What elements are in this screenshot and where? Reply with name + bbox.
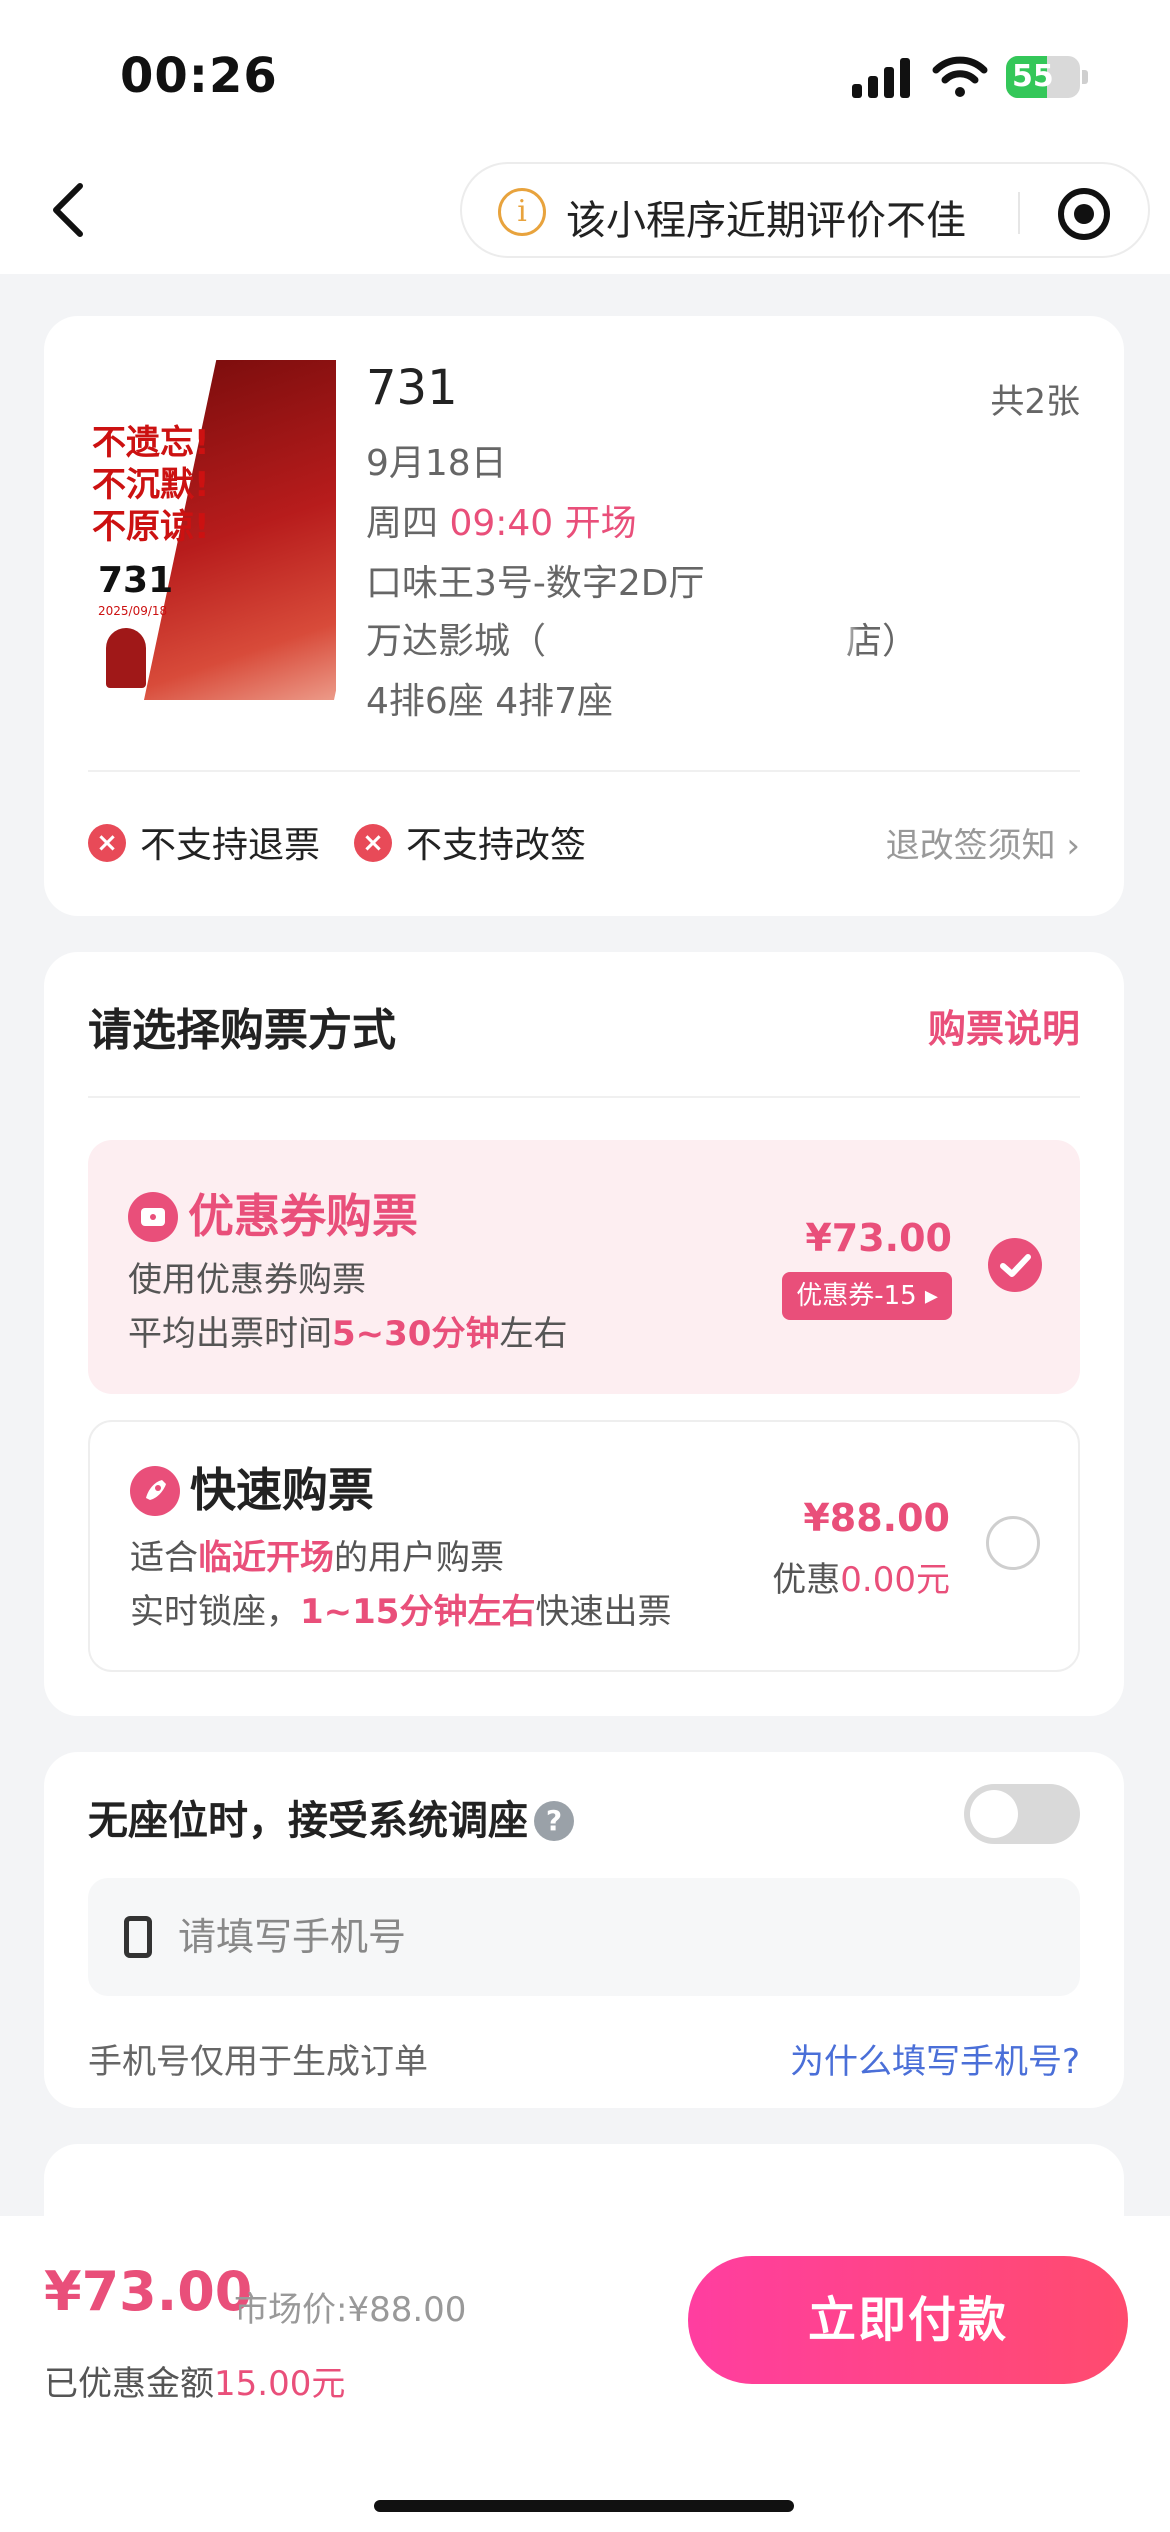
back-arrow-icon[interactable]	[44, 178, 100, 242]
option-title: 优惠券购票	[188, 1189, 418, 1243]
cellular-signal-icon	[852, 58, 910, 98]
fast-purchase-option[interactable]: 快速购票 适合临近开场的用户购票 实时锁座，1~15分钟左右快速出票 ¥88.0…	[88, 1420, 1080, 1672]
poster-date: 2025/09/18	[98, 604, 168, 618]
option-price: ¥73.00	[805, 1216, 952, 1260]
unselected-radio[interactable]	[986, 1516, 1040, 1570]
close-miniprogram-icon[interactable]	[1058, 188, 1110, 240]
checkout-footer: ¥73.00 市场价:¥88.00 已优惠金额15.00元 立即付款	[0, 2216, 1170, 2532]
show-date: 9月18日	[366, 443, 507, 484]
seat-adjust-toggle[interactable]	[964, 1784, 1080, 1844]
no-change-icon: ×	[354, 824, 392, 862]
option-desc: 使用优惠券购票	[128, 1260, 366, 1300]
no-change-label: 不支持改签	[406, 825, 587, 866]
hall-name: 口味王3号-数字2D厅	[366, 563, 705, 604]
purchase-method-title: 请选择购票方式	[88, 1005, 396, 1056]
market-price: 市场价:¥88.00	[234, 2290, 467, 2330]
status-bar: 00:26 55	[0, 0, 1170, 150]
section-divider	[88, 1096, 1080, 1098]
rocket-icon	[130, 1466, 180, 1516]
pay-now-button[interactable]: 立即付款	[688, 2256, 1128, 2384]
option-title: 快速购票	[190, 1463, 374, 1517]
showtime: 09:40 开场	[449, 503, 637, 544]
status-time: 00:26	[120, 48, 278, 104]
total-price: ¥73.00	[44, 2260, 253, 2323]
battery-icon: 55	[1006, 56, 1088, 98]
redacted-block	[550, 616, 850, 652]
nav-bar: i 该小程序近期评价不佳	[0, 150, 1170, 274]
phone-hint: 手机号仅用于生成订单	[88, 2042, 428, 2082]
poster-slogans: 不遗忘! 不沉默! 不原谅!	[92, 423, 210, 547]
chevron-right-icon: ›	[1066, 826, 1080, 866]
saved-amount: 已优惠金额15.00元	[44, 2364, 346, 2404]
option-time: 实时锁座，1~15分钟左右快速出票	[130, 1592, 672, 1632]
ticket-icon	[128, 1192, 178, 1242]
rating-warning-text[interactable]: 该小程序近期评价不佳	[566, 188, 966, 246]
why-phone-link[interactable]: 为什么填写手机号?	[790, 2034, 1080, 2083]
info-warning-icon: i	[498, 188, 546, 236]
purchase-method-card: 请选择购票方式 购票说明 优惠券购票 使用优惠券购票 平均出票时间5~30分钟左…	[44, 952, 1124, 1716]
movie-title: 731	[366, 360, 458, 416]
ticket-count: 共2张	[990, 382, 1080, 422]
home-indicator	[374, 2500, 794, 2512]
coupon-badge[interactable]: 优惠券-15 ▸	[782, 1272, 952, 1320]
poster-title: 731	[98, 560, 174, 601]
no-refund-label: 不支持退票	[140, 825, 321, 866]
show-time-line: 周四 09:40 开场	[366, 503, 637, 544]
battery-level: 55	[1012, 59, 1054, 94]
selected-check-icon[interactable]	[988, 1238, 1042, 1292]
phone-field-box	[88, 1878, 1080, 1996]
capsule-divider	[1018, 192, 1020, 234]
phone-input[interactable]	[178, 1900, 1038, 1974]
no-refund-icon: ×	[88, 824, 126, 862]
help-icon[interactable]: ?	[534, 1801, 574, 1841]
movie-poster: 不遗忘! 不沉默! 不原谅! 731 2025/09/18	[88, 360, 336, 700]
option-price: ¥88.00	[803, 1496, 950, 1540]
coupon-purchase-option[interactable]: 优惠券购票 使用优惠券购票 平均出票时间5~30分钟左右 ¥73.00 优惠券-…	[88, 1140, 1080, 1394]
seat-info: 4排6座 4排7座	[366, 681, 614, 722]
miniprogram-capsule: i 该小程序近期评价不佳	[460, 162, 1150, 258]
option-desc: 适合临近开场的用户购票	[130, 1538, 504, 1578]
purchase-explain-link[interactable]: 购票说明	[928, 998, 1080, 1053]
movie-info-card: 不遗忘! 不沉默! 不原谅! 731 2025/09/18 731 共2张 9月…	[44, 316, 1124, 916]
poster-figure	[106, 628, 146, 688]
wifi-icon	[932, 56, 988, 97]
seat-adjust-label: 无座位时，接受系统调座?	[88, 1788, 574, 1846]
refund-notice-link[interactable]: 退改签须知 ›	[886, 818, 1080, 867]
option-discount: 优惠0.00元	[772, 1560, 950, 1600]
option-time: 平均出票时间5~30分钟左右	[128, 1314, 568, 1354]
phone-icon	[124, 1916, 152, 1958]
contact-card: 无座位时，接受系统调座? 手机号仅用于生成订单 为什么填写手机号?	[44, 1752, 1124, 2108]
card-divider	[88, 770, 1080, 772]
